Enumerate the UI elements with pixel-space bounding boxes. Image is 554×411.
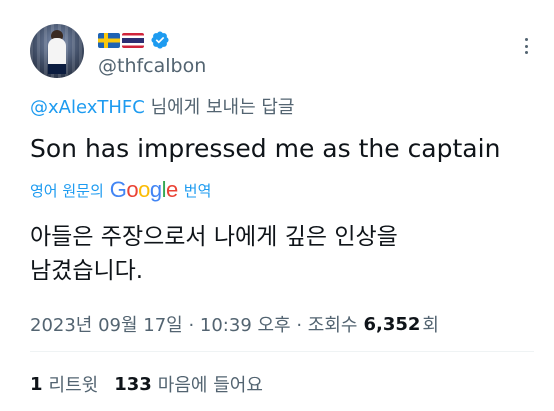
google-letter: o bbox=[126, 177, 139, 202]
verified-badge-icon bbox=[151, 31, 169, 49]
thailand-flag-icon bbox=[122, 32, 144, 48]
translated-line-2: 남겼습니다. bbox=[30, 258, 144, 284]
translation-prefix: 영어 원문의 bbox=[30, 181, 104, 200]
tweet-meta: 2023년 09월 17일 · 10:39 오후 · 조회수 6,352 회 bbox=[30, 311, 439, 337]
sweden-flag-icon bbox=[98, 32, 120, 48]
translated-line-1: 아들은 주장으로서 나에게 깊은 인상을 bbox=[30, 224, 398, 250]
google-letter: g bbox=[149, 177, 162, 202]
avatar[interactable] bbox=[30, 24, 84, 78]
tweet-stats: 1 리트윗 133 마음에 들어요 bbox=[30, 371, 279, 397]
retweet-label[interactable]: 리트윗 bbox=[49, 371, 99, 397]
retweet-count[interactable]: 1 bbox=[30, 374, 43, 395]
reply-mention-link[interactable]: @xAlexTHFC bbox=[30, 97, 145, 118]
google-letter: o bbox=[138, 177, 150, 202]
author-handle[interactable]: @thfcalbon bbox=[98, 55, 206, 77]
translation-link[interactable]: 영어 원문의 Google 번역 bbox=[30, 177, 212, 203]
timestamp[interactable]: 2023년 09월 17일 · 10:39 오후 · 조회수 bbox=[30, 311, 357, 337]
google-logo: Google bbox=[109, 177, 179, 203]
more-options-icon[interactable] bbox=[518, 38, 534, 54]
translated-text: 아들은 주장으로서 나에게 깊은 인상을 남겼습니다. bbox=[30, 220, 530, 288]
tweet-header: @thfcalbon bbox=[30, 24, 540, 80]
translation-suffix: 번역 bbox=[183, 181, 212, 200]
divider bbox=[30, 351, 534, 352]
reply-suffix: 님에게 보내는 답글 bbox=[144, 97, 295, 118]
display-name[interactable] bbox=[98, 28, 170, 52]
google-letter: e bbox=[166, 177, 178, 202]
view-count: 6,352 bbox=[363, 313, 421, 335]
like-label[interactable]: 마음에 들어요 bbox=[158, 371, 263, 397]
view-count-unit: 회 bbox=[422, 315, 439, 336]
reply-context: @xAlexTHFC 님에게 보내는 답글 bbox=[30, 93, 295, 119]
google-letter: G bbox=[109, 177, 127, 202]
like-count[interactable]: 133 bbox=[114, 374, 152, 395]
tweet-text: Son has impressed me as the captain bbox=[30, 134, 501, 163]
